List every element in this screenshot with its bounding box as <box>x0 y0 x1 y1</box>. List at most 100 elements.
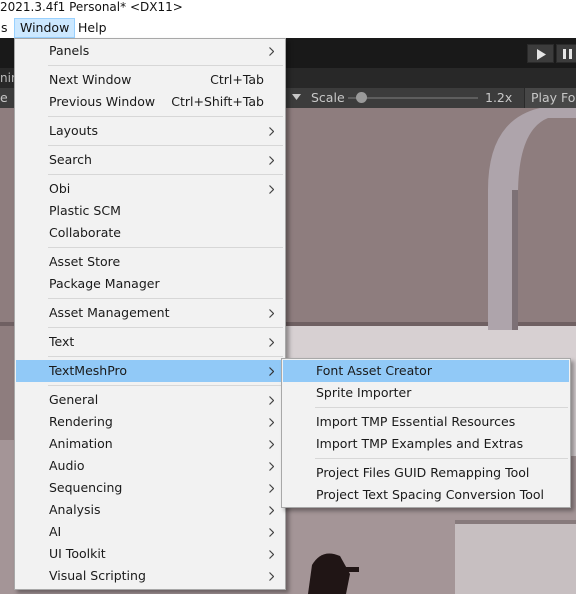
menu-item-label: Sprite Importer <box>316 385 412 400</box>
menu-item-label: Asset Management <box>49 305 170 320</box>
pause-button[interactable] <box>556 44 576 63</box>
menu-item-layouts[interactable]: Layouts <box>16 120 284 142</box>
menu-item-shortcut: Ctrl+Tab <box>210 72 264 87</box>
window-title: 2021.3.4f1 Personal* <DX11> <box>0 0 183 14</box>
scale-label: Scale <box>311 90 345 105</box>
pause-icon <box>563 49 566 59</box>
menu-item-label: Rendering <box>49 414 113 429</box>
play-button[interactable] <box>527 44 554 63</box>
pause-icon-bar <box>569 49 572 59</box>
menu-item-sprite-importer[interactable]: Sprite Importer <box>283 382 569 404</box>
menu-item-textmeshpro[interactable]: TextMeshPro <box>16 360 284 382</box>
menu-item-label: Sequencing <box>49 480 123 495</box>
display-dropdown-label[interactable]: e <box>0 88 8 108</box>
menu-item-label: Asset Store <box>49 254 121 269</box>
menu-item-collaborate[interactable]: Collaborate <box>16 222 284 244</box>
caret-down-icon[interactable] <box>292 94 301 101</box>
menu-item-asset-store[interactable]: Asset Store <box>16 251 284 273</box>
menu-item-package-manager[interactable]: Package Manager <box>16 273 284 295</box>
menu-item-next-window[interactable]: Next Window Ctrl+Tab <box>16 69 284 91</box>
menu-item-label: Plastic SCM <box>49 203 121 218</box>
menu-item-label: General <box>49 392 99 407</box>
menu-item-audio[interactable]: Audio <box>16 455 284 477</box>
menu-item-ai[interactable]: AI <box>16 521 284 543</box>
menu-separator <box>48 174 283 175</box>
chevron-right-icon <box>269 185 274 194</box>
menu-item-label: TextMeshPro <box>49 363 128 378</box>
menu-item-label: Font Asset Creator <box>316 363 432 378</box>
menubar-item-help[interactable]: Help <box>73 18 112 38</box>
menu-item-ui-toolkit[interactable]: UI Toolkit <box>16 543 284 565</box>
menu-item-import-tmp-essentials[interactable]: Import TMP Essential Resources <box>283 411 569 433</box>
menubar: s Window Help <box>0 17 576 38</box>
menu-item-asset-management[interactable]: Asset Management <box>16 302 284 324</box>
textmeshpro-submenu: Font Asset Creator Sprite Importer Impor… <box>281 358 571 508</box>
scale-slider-thumb[interactable] <box>355 92 367 103</box>
menu-item-label: Project Text Spacing Conversion Tool <box>316 487 545 502</box>
menu-item-label: Next Window <box>49 72 132 87</box>
scale-value: 1.2x <box>485 90 513 105</box>
chevron-right-icon <box>269 484 274 493</box>
menu-item-panels[interactable]: Panels <box>16 40 284 62</box>
menu-separator <box>48 356 283 357</box>
menu-item-label: Animation <box>49 436 113 451</box>
chevron-right-icon <box>269 440 274 449</box>
chevron-right-icon <box>269 572 274 581</box>
menu-item-label: Previous Window <box>49 94 156 109</box>
menu-item-label: Project Files GUID Remapping Tool <box>316 465 530 480</box>
play-icon <box>537 49 546 60</box>
menu-item-rendering[interactable]: Rendering <box>16 411 284 433</box>
chevron-right-icon <box>269 47 274 56</box>
menu-item-plastic-scm[interactable]: Plastic SCM <box>16 200 284 222</box>
menu-item-animation[interactable]: Animation <box>16 433 284 455</box>
menu-item-label: Text <box>49 334 75 349</box>
chevron-right-icon <box>269 418 274 427</box>
menubar-item-cut[interactable]: s <box>0 18 13 38</box>
menu-item-guid-remapping-tool[interactable]: Project Files GUID Remapping Tool <box>283 462 569 484</box>
menu-separator <box>48 327 283 328</box>
chevron-right-icon <box>269 396 274 405</box>
menu-item-analysis[interactable]: Analysis <box>16 499 284 521</box>
play-focused-dropdown[interactable]: Play Focused <box>524 88 576 108</box>
scale-slider-track[interactable] <box>348 97 478 99</box>
menu-item-general[interactable]: General <box>16 389 284 411</box>
menu-separator <box>48 298 283 299</box>
chevron-right-icon <box>269 338 274 347</box>
chevron-right-icon <box>269 156 274 165</box>
menu-separator <box>48 385 283 386</box>
window-title-bar: 2021.3.4f1 Personal* <DX11> <box>0 0 576 17</box>
menu-item-label: Visual Scripting <box>49 568 146 583</box>
chevron-right-icon <box>269 309 274 318</box>
menu-separator <box>48 247 283 248</box>
chevron-right-icon <box>269 367 274 376</box>
menu-item-label: AI <box>49 524 62 539</box>
menu-item-label: UI Toolkit <box>49 546 106 561</box>
menu-item-label: Audio <box>49 458 85 473</box>
menubar-item-window[interactable]: Window <box>14 18 76 38</box>
menu-item-label: Collaborate <box>49 225 121 240</box>
menu-separator <box>48 145 283 146</box>
menu-item-sequencing[interactable]: Sequencing <box>16 477 284 499</box>
chevron-right-icon <box>269 528 274 537</box>
menu-item-text-spacing-conversion-tool[interactable]: Project Text Spacing Conversion Tool <box>283 484 569 506</box>
menu-item-shortcut: Ctrl+Shift+Tab <box>171 94 264 109</box>
menu-item-font-asset-creator[interactable]: Font Asset Creator <box>283 360 569 382</box>
menu-item-obi[interactable]: Obi <box>16 178 284 200</box>
chevron-right-icon <box>269 506 274 515</box>
menu-item-import-tmp-examples[interactable]: Import TMP Examples and Extras <box>283 433 569 455</box>
menu-separator <box>48 65 283 66</box>
menu-separator <box>315 458 568 459</box>
menu-item-label: Analysis <box>49 502 101 517</box>
menu-item-label: Panels <box>49 43 90 58</box>
window-menu: Panels Next Window Ctrl+Tab Previous Win… <box>14 38 286 590</box>
menu-item-text[interactable]: Text <box>16 331 284 353</box>
menu-item-label: Import TMP Essential Resources <box>316 414 516 429</box>
menu-item-visual-scripting[interactable]: Visual Scripting <box>16 565 284 587</box>
menu-item-label: Import TMP Examples and Extras <box>316 436 524 451</box>
chevron-right-icon <box>269 550 274 559</box>
menu-item-previous-window[interactable]: Previous Window Ctrl+Shift+Tab <box>16 91 284 113</box>
menu-item-label: Package Manager <box>49 276 160 291</box>
menu-item-label: Obi <box>49 181 71 196</box>
chevron-right-icon <box>269 127 274 136</box>
menu-item-search[interactable]: Search <box>16 149 284 171</box>
